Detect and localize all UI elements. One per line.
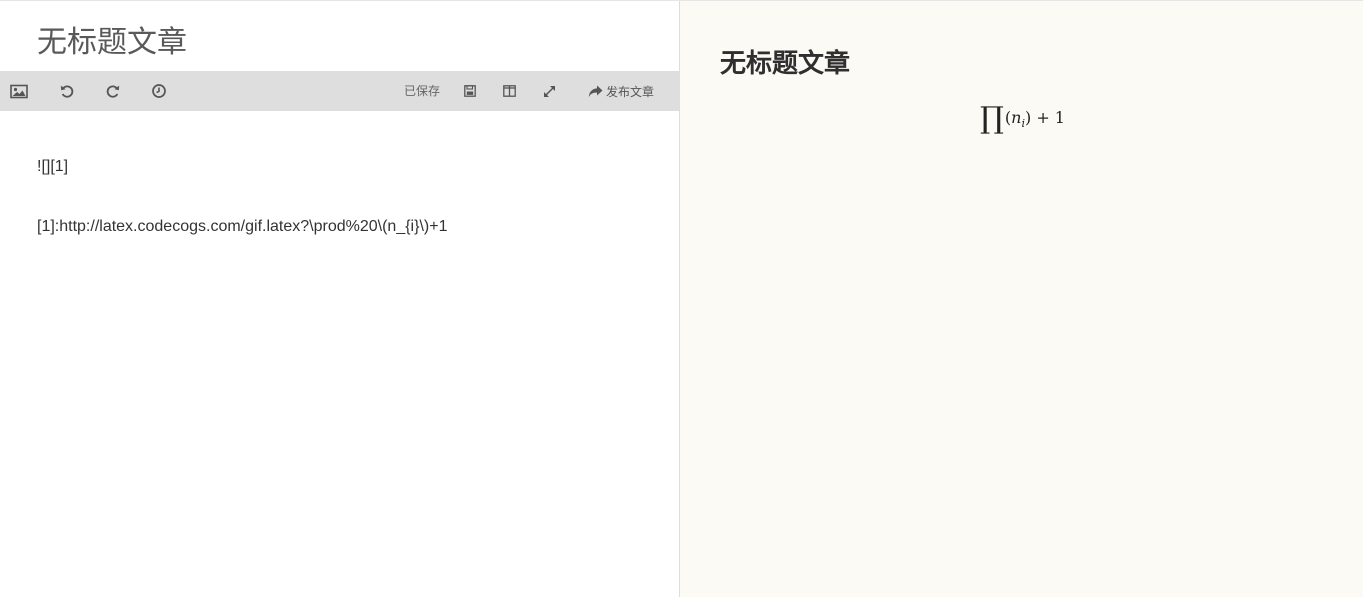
preview-title: 无标题文章 (720, 49, 851, 79)
share-arrow-icon (588, 85, 603, 98)
editor-line: [1]:http://latex.codecogs.com/gif.latex?… (37, 218, 448, 235)
expand-icon[interactable] (541, 71, 557, 111)
redo-icon[interactable] (103, 71, 123, 111)
editor-pane: 无标题文章 已保存 发布文章 ![][1] [1]:http://latex.c… (0, 1, 680, 597)
rendered-formula-image: ∏ (ni) + 1 (980, 101, 1065, 137)
editor-toolbar: 已保存 发布文章 (0, 71, 679, 111)
article-title-input[interactable]: 无标题文章 (37, 23, 187, 63)
image-icon[interactable] (8, 71, 30, 111)
columns-icon[interactable] (501, 71, 517, 111)
clock-icon[interactable] (149, 71, 169, 111)
floppy-icon[interactable] (462, 71, 478, 111)
undo-icon[interactable] (57, 71, 77, 111)
save-status-label: 已保存 (404, 84, 441, 98)
publish-label: 发布文章 (606, 84, 655, 99)
editor-app: 无标题文章 已保存 发布文章 ![][1] [1]:http://latex.c… (0, 0, 1363, 597)
formula-variable: n (1011, 107, 1022, 127)
formula-body: (ni) + 1 (1004, 107, 1065, 131)
product-symbol: ∏ (980, 101, 1004, 136)
editor-line: ![][1] (37, 158, 69, 175)
markdown-editor[interactable]: ![][1] [1]:http://latex.codecogs.com/gif… (37, 157, 659, 237)
formula-subscript: i (1021, 117, 1025, 131)
publish-button[interactable]: 发布文章 (588, 71, 654, 111)
preview-pane: 无标题文章 ∏ (ni) + 1 (680, 1, 1363, 597)
formula-suffix: + 1 (1036, 107, 1065, 127)
